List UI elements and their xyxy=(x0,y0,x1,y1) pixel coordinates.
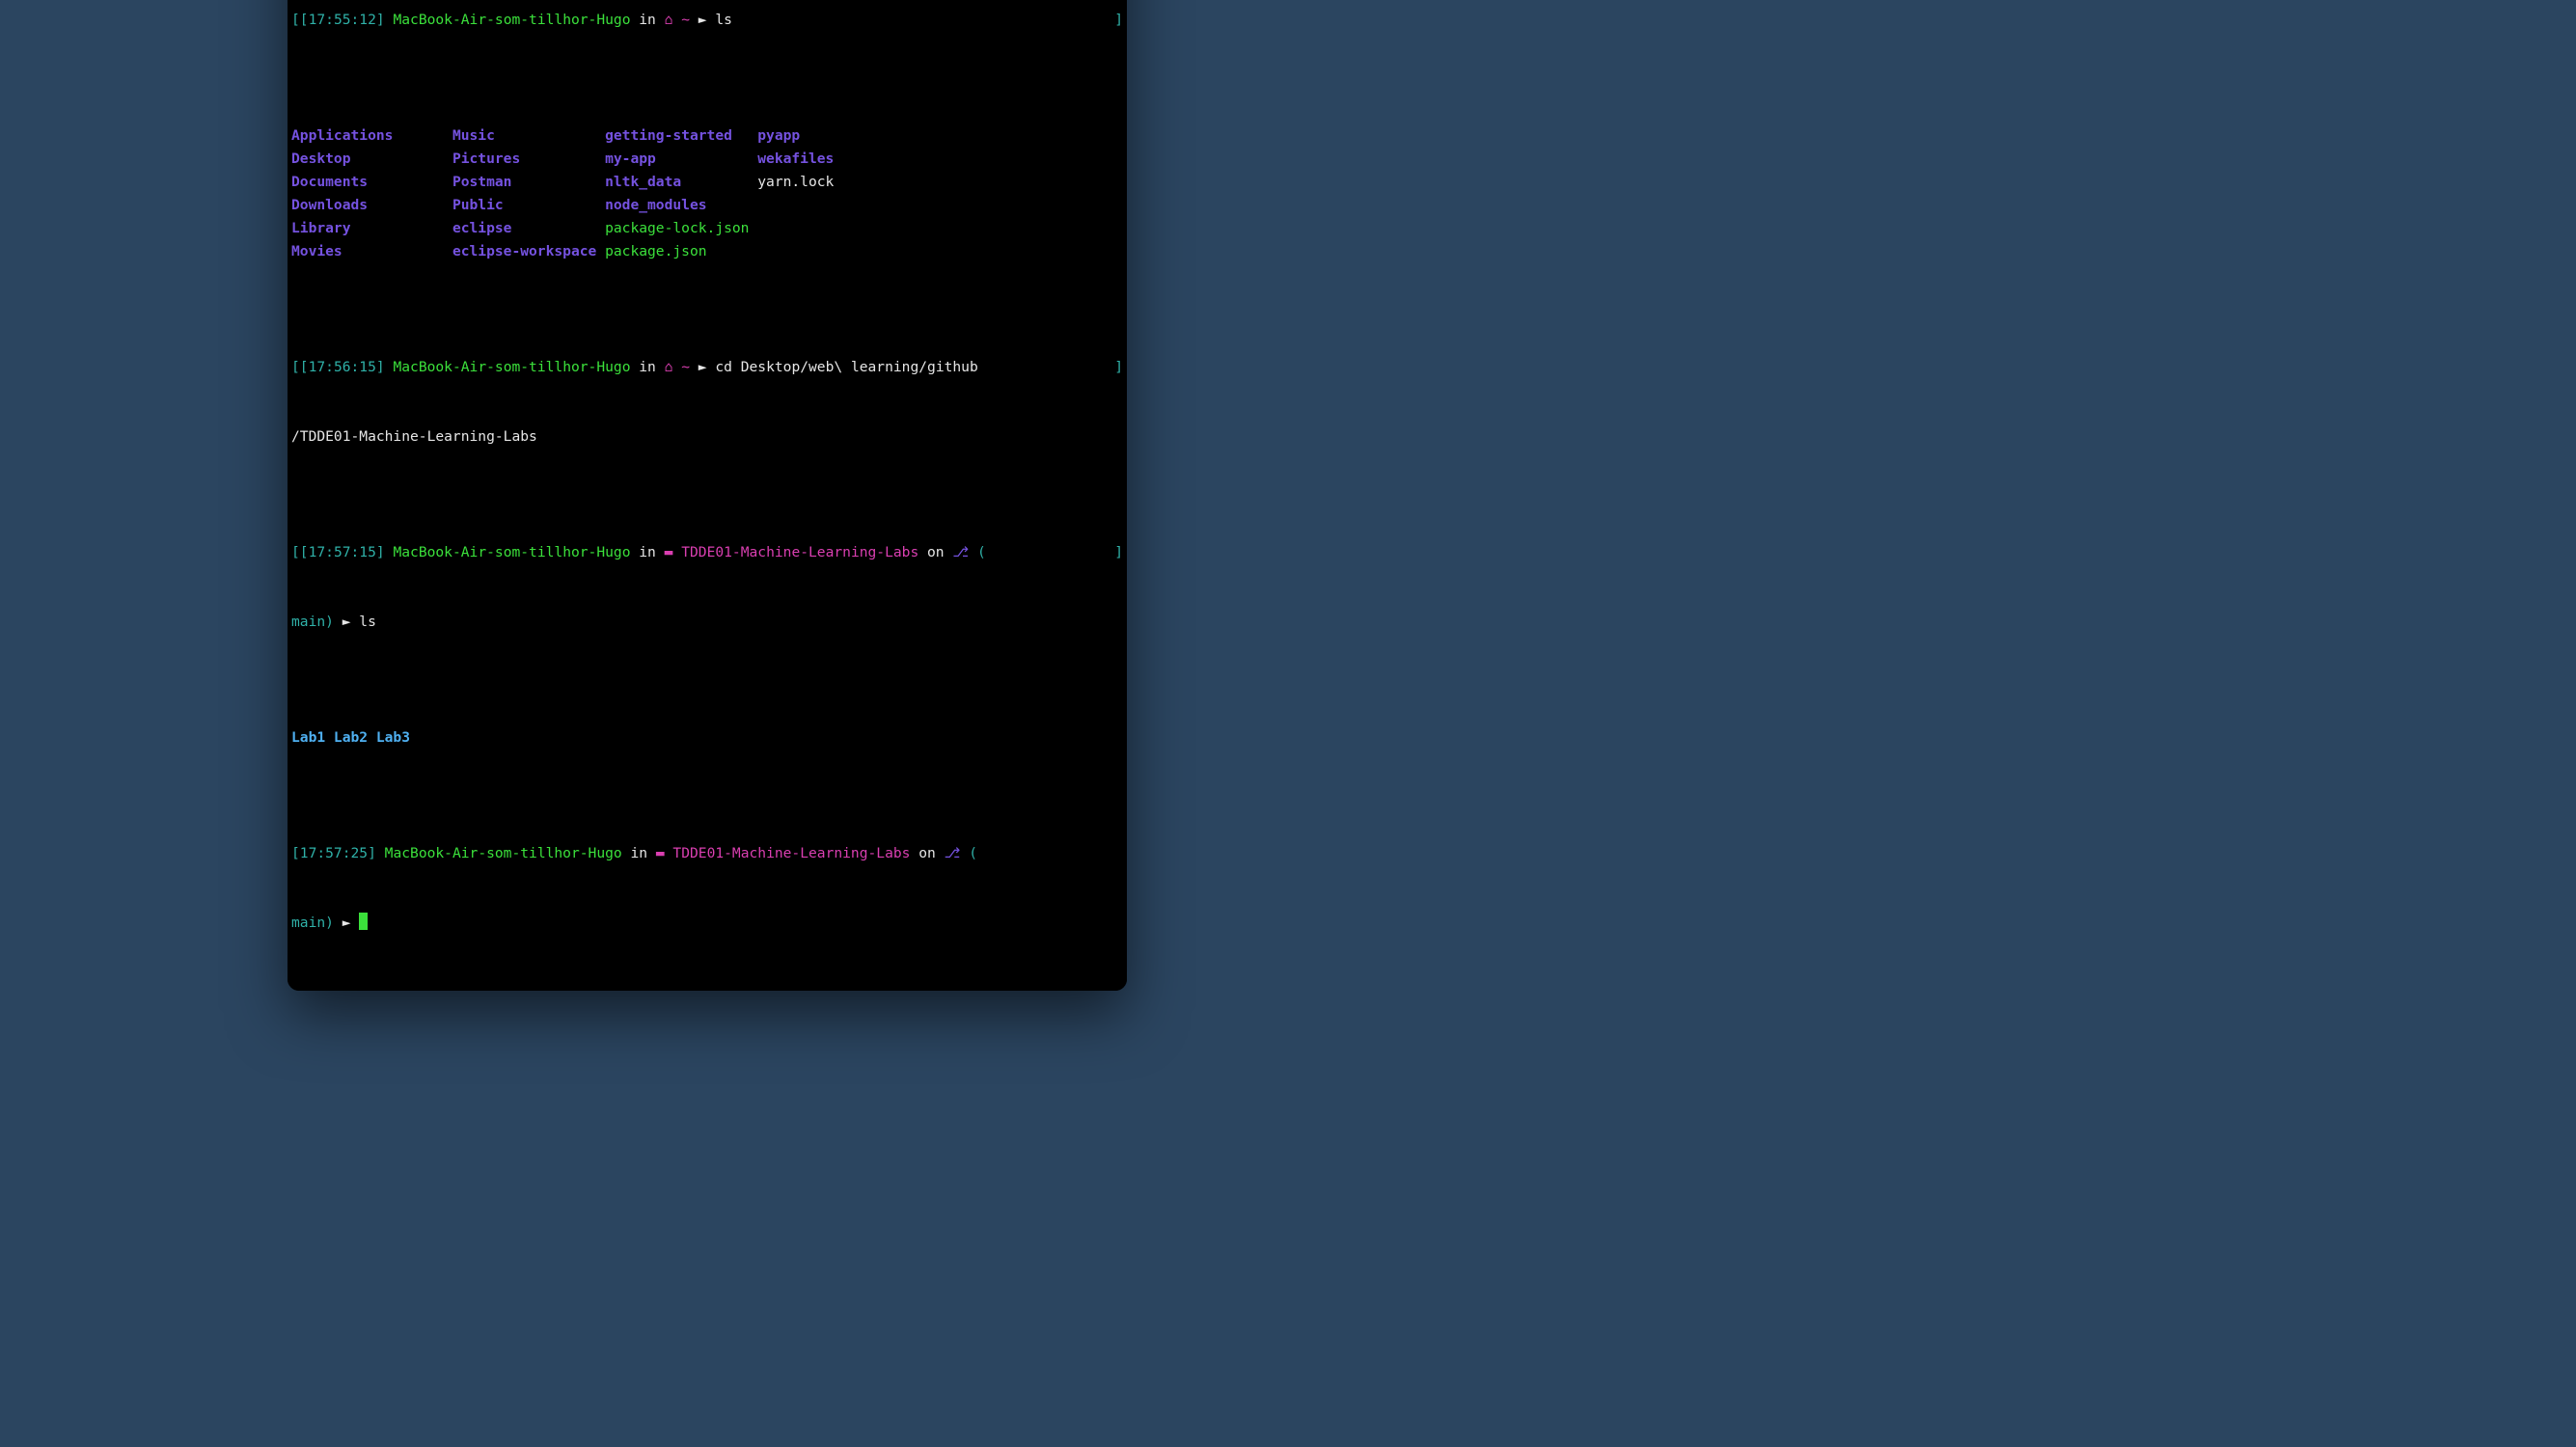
timestamp: [17:55:12] xyxy=(300,12,385,28)
ls-output-home: Applications Music getting-started pyapp… xyxy=(291,124,1123,263)
timestamp: [17:57:25] xyxy=(291,845,376,861)
cwd: TDDE01-Machine-Learning-Labs xyxy=(681,544,918,560)
prompt-line-3: [[17:57:15] MacBook-Air-som-tillhor-Hugo… xyxy=(291,541,1123,564)
arrow: ► xyxy=(334,915,359,931)
folder-icon: ▬ xyxy=(665,544,682,560)
prompt-line-1: [[17:55:12] MacBook-Air-som-tillhor-Hugo… xyxy=(291,9,1123,32)
in-text: in xyxy=(630,544,664,560)
cwd: ~ xyxy=(681,359,690,375)
ls-entry: nltk_data xyxy=(605,174,757,190)
on-text: on xyxy=(910,845,944,861)
ls-entry: Pictures xyxy=(452,150,605,167)
cwd: ~ xyxy=(681,12,690,28)
cursor xyxy=(359,913,368,930)
command-continuation: /TDDE01-Machine-Learning-Labs xyxy=(291,425,1123,449)
ls-entry: wekafiles xyxy=(757,150,859,167)
folder-icon: ▬ xyxy=(656,845,673,861)
ls-entry: Music xyxy=(452,127,605,144)
terminal-window: TDDE01-Machine-Learning-Labs — -zsh — 80… xyxy=(288,0,1127,991)
timestamp: [17:57:15] xyxy=(300,544,385,560)
prompt-line-4b: main) ► xyxy=(291,912,1123,935)
ls-entry: my-app xyxy=(605,150,757,167)
ls-entry: Downloads xyxy=(291,197,452,213)
bracket: ] xyxy=(1114,541,1123,564)
ls-entry: Public xyxy=(452,197,605,213)
ls-entry: eclipse xyxy=(452,220,605,236)
command: cd Desktop/web\ learning/github xyxy=(715,359,977,375)
cwd: TDDE01-Machine-Learning-Labs xyxy=(672,845,910,861)
bracket: ] xyxy=(1114,356,1123,379)
prompt-line-2: [[17:56:15] MacBook-Air-som-tillhor-Hugo… xyxy=(291,356,1123,379)
on-text: on xyxy=(918,544,952,560)
bracket: [ xyxy=(291,359,300,375)
prompt-line-3b: main) ► ls xyxy=(291,611,1123,634)
ls-entry: pyapp xyxy=(757,127,859,144)
ls-output-labs: Lab1 Lab2 Lab3 xyxy=(291,726,1123,750)
branch-name: main) xyxy=(291,614,334,630)
ls-entry: node_modules xyxy=(605,197,757,213)
hostname: MacBook-Air-som-tillhor-Hugo xyxy=(393,12,630,28)
command: ls xyxy=(715,12,732,28)
ls-entry: package-lock.json xyxy=(605,220,757,236)
arrow: ► xyxy=(334,614,359,630)
home-icon: ⌂ xyxy=(665,359,682,375)
git-branch-icon: ⎇ xyxy=(952,544,969,560)
hostname: MacBook-Air-som-tillhor-Hugo xyxy=(385,845,622,861)
bracket: [ xyxy=(291,544,300,560)
in-text: in xyxy=(630,12,664,28)
bracket: ] xyxy=(1114,9,1123,32)
ls-entry: package.json xyxy=(605,243,757,259)
git-branch-icon: ⎇ xyxy=(945,845,961,861)
branch-paren: ( xyxy=(969,544,986,560)
ls-entry: eclipse-workspace xyxy=(452,243,605,259)
ls-entry: Library xyxy=(291,220,452,236)
ls-entry: Movies xyxy=(291,243,452,259)
timestamp: [17:56:15] xyxy=(300,359,385,375)
in-text: in xyxy=(630,359,664,375)
ls-entry: Postman xyxy=(452,174,605,190)
ls-entry: Desktop xyxy=(291,150,452,167)
hostname: MacBook-Air-som-tillhor-Hugo xyxy=(393,544,630,560)
home-icon: ⌂ xyxy=(665,12,682,28)
ls-entry: Documents xyxy=(291,174,452,190)
arrow: ► xyxy=(690,12,715,28)
ls-entry: Applications xyxy=(291,127,452,144)
bracket: [ xyxy=(291,12,300,28)
command: ls xyxy=(359,614,376,630)
prompt-line-4: [17:57:25] MacBook-Air-som-tillhor-Hugo … xyxy=(291,842,1123,865)
hostname: MacBook-Air-som-tillhor-Hugo xyxy=(393,359,630,375)
ls-entry: yarn.lock xyxy=(757,174,859,190)
terminal-body[interactable]: Last login: Thu Jul 20 17:49:33 on ttys0… xyxy=(288,0,1127,991)
in-text: in xyxy=(622,845,656,861)
ls-entry: getting-started xyxy=(605,127,757,144)
branch-paren: ( xyxy=(960,845,977,861)
branch-name: main) xyxy=(291,915,334,931)
arrow: ► xyxy=(690,359,715,375)
